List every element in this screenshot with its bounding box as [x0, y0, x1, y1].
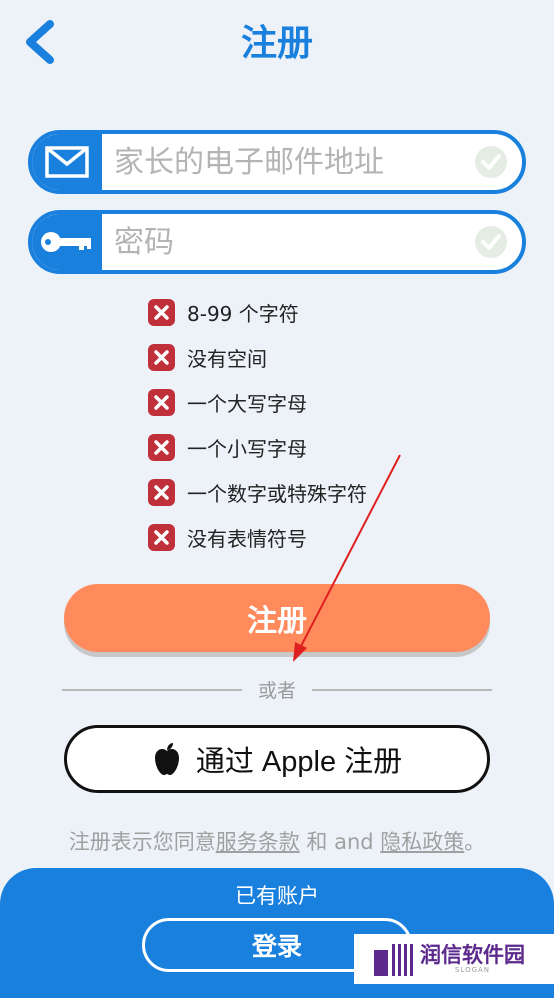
watermark-subtext: SLOGAN	[454, 966, 491, 974]
password-rule-text: 没有表情符号	[187, 527, 307, 551]
password-icon-box	[32, 214, 102, 270]
error-x-icon	[148, 524, 175, 551]
password-rule: 一个数字或特殊字符	[148, 470, 367, 515]
email-icon-box	[32, 134, 102, 190]
password-rule: 没有空间	[148, 335, 367, 380]
key-icon	[41, 232, 91, 252]
password-rule: 一个大写字母	[148, 380, 367, 425]
error-x-icon	[148, 479, 175, 506]
password-rule-text: 一个大写字母	[187, 392, 307, 416]
has-account-label: 已有账户	[235, 884, 319, 908]
error-x-icon	[148, 299, 175, 326]
check-circle-icon	[475, 146, 507, 178]
terms-middle: 和 and	[299, 830, 381, 854]
password-rule-text: 一个小写字母	[187, 437, 307, 461]
divider-label: 或者	[257, 680, 296, 702]
page-title: 注册	[240, 23, 313, 64]
watermark-text-group: 润信软件园 SLOGAN	[420, 944, 525, 974]
watermark-logo-icon	[374, 944, 413, 976]
password-field[interactable]	[28, 210, 526, 274]
check-circle-icon	[475, 226, 507, 258]
password-rule: 一个小写字母	[148, 425, 367, 470]
apple-signup-button[interactable]: 通过 Apple 注册	[64, 725, 490, 793]
envelope-icon	[45, 146, 89, 178]
email-field[interactable]	[28, 130, 526, 194]
error-x-icon	[148, 344, 175, 371]
terms-text: 注册表示您同意服务条款 和 and 隐私政策。	[0, 826, 554, 856]
apple-logo-icon	[154, 743, 179, 775]
password-rule: 没有表情符号	[148, 515, 367, 560]
terms-prefix: 注册表示您同意	[68, 830, 216, 854]
email-input[interactable]	[114, 134, 458, 190]
watermark-text: 润信软件园	[420, 943, 525, 967]
register-button[interactable]: 注册	[64, 584, 490, 652]
apple-signup-label: 通过 Apple 注册	[195, 746, 403, 778]
error-x-icon	[148, 389, 175, 416]
password-rules-list: 8-99 个字符 没有空间 一个大写字母 一个小写字母 一个数字或特殊字符 没有…	[148, 290, 367, 560]
password-rule-text: 一个数字或特殊字符	[187, 482, 367, 506]
terms-suffix: 。	[464, 830, 486, 854]
password-rule-text: 没有空间	[187, 347, 267, 371]
password-rule: 8-99 个字符	[148, 290, 367, 335]
privacy-policy-link[interactable]: 隐私政策	[380, 830, 464, 854]
error-x-icon	[148, 434, 175, 461]
watermark-badge: 润信软件园 SLOGAN	[354, 934, 554, 984]
terms-of-service-link[interactable]: 服务条款	[216, 830, 300, 854]
password-rule-text: 8-99 个字符	[187, 302, 299, 326]
password-input[interactable]	[114, 214, 458, 270]
